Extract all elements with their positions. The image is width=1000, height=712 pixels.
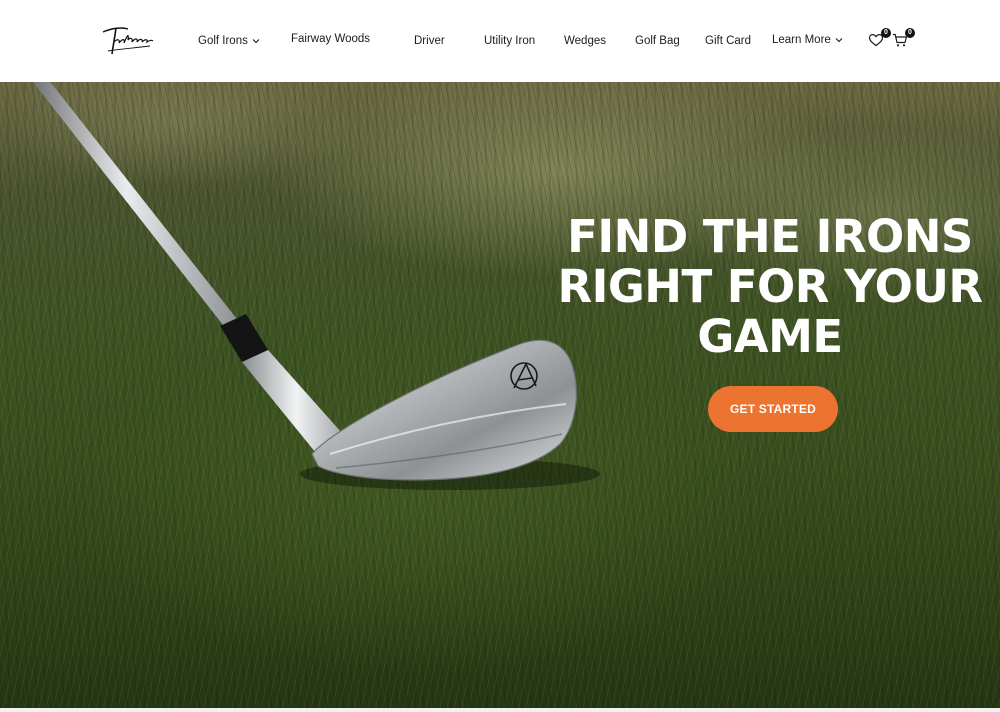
- cart-button[interactable]: 0: [892, 28, 915, 50]
- nav-driver-label: Driver: [414, 35, 445, 47]
- nav-wedges[interactable]: Wedges: [564, 33, 606, 49]
- cart-count-badge: 0: [905, 28, 915, 38]
- nav-utility-iron-label: Utility Iron: [484, 35, 536, 47]
- nav-golf-irons-label: Golf Irons: [198, 35, 248, 47]
- nav-fairway-woods-label: Fairway Woods: [291, 33, 371, 45]
- nav-fairway-woods[interactable]: Fairway Woods: [291, 31, 370, 47]
- nav-gift-card[interactable]: Gift Card: [705, 33, 751, 49]
- site-header: Golf Irons Fairway Woods Driver Utility …: [0, 0, 1000, 82]
- nav-wedges-label: Wedges: [564, 35, 606, 47]
- wishlist-button[interactable]: 0: [868, 28, 891, 50]
- nav-golf-bag-label: Golf Bag: [635, 35, 680, 47]
- chevron-down-icon: [835, 38, 843, 43]
- get-started-button[interactable]: GET STARTED: [708, 386, 838, 432]
- hero-title-line-3: GAME: [697, 310, 843, 363]
- golf-iron-image: [33, 82, 600, 490]
- main-nav: Golf Irons Fairway Woods Driver Utility …: [0, 0, 1000, 82]
- hero-title: FIND THE IRONS RIGHT FOR YOUR GAME: [540, 212, 1000, 362]
- nav-utility-iron[interactable]: Utility Iron: [484, 33, 535, 49]
- nav-golf-bag[interactable]: Golf Bag: [635, 33, 680, 49]
- nav-gift-card-label: Gift Card: [705, 35, 752, 47]
- nav-learn-more-label: Learn More: [772, 34, 831, 46]
- nav-golf-irons[interactable]: Golf Irons: [198, 33, 260, 49]
- nav-driver[interactable]: Driver: [414, 33, 445, 49]
- hero-banner: FIND THE IRONS RIGHT FOR YOUR GAME GET S…: [0, 82, 1000, 708]
- nav-learn-more[interactable]: Learn More: [772, 32, 843, 48]
- hero-title-line-1: FIND THE IRONS: [567, 210, 973, 263]
- next-section-edge: [0, 708, 1000, 712]
- chevron-down-icon: [252, 39, 260, 44]
- hero-title-line-2: RIGHT FOR YOUR: [557, 260, 983, 313]
- wishlist-count-badge: 0: [881, 28, 891, 38]
